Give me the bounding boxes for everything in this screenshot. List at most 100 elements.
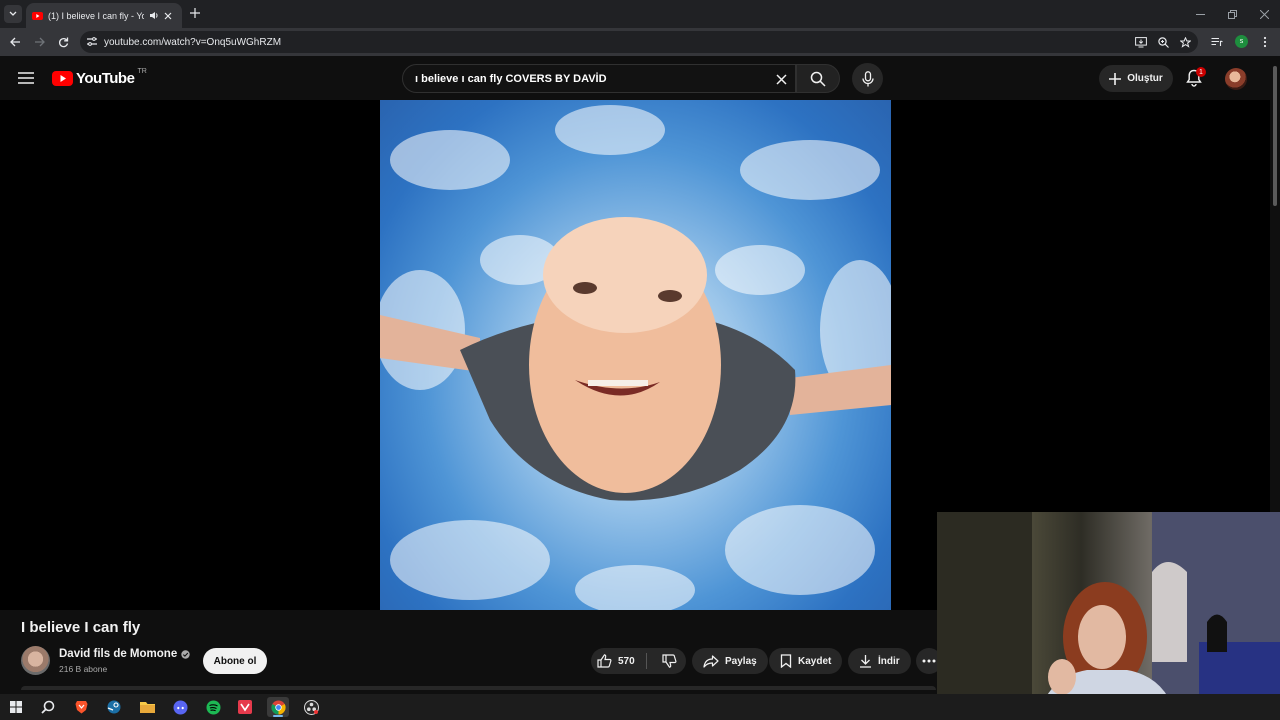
search-input[interactable]: ı believe ı can fly COVERS BY DAVİD	[415, 73, 607, 85]
spotify-icon	[206, 700, 220, 714]
close-icon	[775, 73, 787, 85]
voice-search-button[interactable]	[852, 63, 883, 94]
minimize-button[interactable]	[1184, 0, 1216, 28]
like-count: 570	[618, 655, 635, 667]
taskbar-search-button[interactable]	[37, 697, 59, 717]
video-thumbnail-image	[380, 105, 891, 610]
youtube-favicon-icon	[32, 11, 43, 20]
search-icon	[41, 700, 55, 714]
taskbar-chrome[interactable]	[267, 697, 289, 717]
channel-avatar[interactable]	[21, 646, 50, 675]
scrollbar-thumb[interactable]	[1273, 66, 1277, 206]
bookmark-icon	[780, 654, 792, 668]
brave-icon	[75, 701, 87, 714]
taskbar-steam[interactable]	[103, 697, 125, 717]
media-queue-icon	[1211, 37, 1223, 46]
app-icon	[238, 700, 252, 714]
channel-name[interactable]: David fils de Momone	[59, 648, 177, 660]
plus-icon	[1109, 72, 1122, 85]
share-label: Paylaş	[725, 655, 757, 667]
restore-icon	[1227, 9, 1237, 19]
like-separator	[646, 653, 648, 669]
region-code: TR	[137, 68, 147, 75]
file-explorer-icon	[139, 702, 155, 713]
channel-name-link[interactable]: David fils de Momone	[59, 648, 190, 660]
minimize-icon	[1195, 13, 1205, 15]
tab-title: (1) I believe I can fly - YouTube	[48, 10, 144, 21]
notification-badge: 1	[1196, 67, 1206, 77]
download-button[interactable]: İndir	[848, 648, 911, 674]
taskbar-discord[interactable]	[169, 697, 191, 717]
description-box[interactable]	[21, 686, 936, 690]
reload-icon	[58, 37, 68, 47]
reload-button[interactable]	[56, 35, 70, 49]
start-button[interactable]	[5, 697, 27, 717]
webcam-overlay	[937, 512, 1280, 720]
close-icon	[1259, 9, 1269, 19]
install-app-button[interactable]	[1134, 35, 1148, 49]
bookmark-star-button[interactable]	[1178, 35, 1192, 49]
windows-icon	[10, 701, 22, 713]
account-avatar[interactable]	[1225, 68, 1247, 90]
save-button[interactable]: Kaydet	[769, 648, 843, 674]
window-controls	[1184, 0, 1280, 28]
speaker-icon[interactable]	[149, 11, 159, 20]
search-box[interactable]: ı believe ı can fly COVERS BY DAVİD	[402, 64, 796, 93]
plus-icon	[190, 8, 200, 18]
close-window-button[interactable]	[1248, 0, 1280, 28]
browser-tab-strip: (1) I believe I can fly - YouTube	[0, 0, 1280, 28]
forward-button[interactable]	[32, 35, 46, 49]
like-button[interactable]: 570	[591, 648, 640, 674]
youtube-logo[interactable]: YouTube TR	[52, 68, 147, 87]
url-text: youtube.com/watch?v=Onq5uWGhRZM	[104, 36, 282, 48]
taskbar-app[interactable]	[234, 697, 256, 717]
obs-icon	[303, 699, 319, 715]
taskbar-brave[interactable]	[70, 697, 92, 717]
chrome-icon	[270, 700, 286, 715]
video-frame[interactable]	[380, 100, 891, 610]
share-icon	[703, 654, 719, 668]
steam-icon	[107, 700, 121, 714]
chrome-menu-button[interactable]	[1258, 35, 1272, 49]
subscribe-button[interactable]: Abone ol	[203, 648, 267, 674]
thumbs-up-icon	[597, 654, 612, 668]
arrow-right-icon	[34, 37, 45, 47]
windows-taskbar	[0, 694, 1280, 720]
clear-search-button[interactable]	[773, 71, 789, 87]
taskbar-obs[interactable]	[300, 697, 322, 717]
kebab-menu-icon	[1263, 36, 1267, 48]
video-title: I believe I can fly	[21, 619, 141, 636]
install-icon	[1135, 36, 1147, 47]
browser-tab[interactable]: (1) I believe I can fly - YouTube	[26, 3, 182, 28]
more-horizontal-icon	[922, 659, 936, 663]
site-settings-icon[interactable]	[86, 36, 98, 47]
media-controls-button[interactable]	[1210, 35, 1224, 49]
restore-button[interactable]	[1216, 0, 1248, 28]
chevron-down-icon	[9, 11, 17, 16]
like-dislike-group: 570	[591, 648, 686, 674]
microphone-icon	[861, 70, 874, 86]
save-label: Kaydet	[798, 655, 832, 667]
profile-avatar[interactable]: s	[1235, 35, 1248, 48]
new-tab-button[interactable]	[188, 6, 202, 20]
discord-icon	[173, 700, 187, 714]
hamburger-menu-icon[interactable]	[16, 70, 36, 86]
back-button[interactable]	[8, 35, 22, 49]
download-label: İndir	[878, 655, 900, 667]
dislike-button[interactable]	[653, 648, 686, 674]
arrow-left-icon	[9, 37, 20, 47]
search-button[interactable]	[796, 64, 840, 93]
webcam-feed-image	[937, 512, 1280, 720]
tab-search-button[interactable]	[4, 5, 22, 23]
share-button[interactable]: Paylaş	[692, 648, 768, 674]
zoom-button[interactable]	[1156, 35, 1170, 49]
address-bar[interactable]: youtube.com/watch?v=Onq5uWGhRZM	[80, 31, 1198, 53]
youtube-header: YouTube TR ı believe ı can fly COVERS BY…	[0, 56, 1270, 100]
close-tab-icon[interactable]	[164, 12, 172, 20]
create-button[interactable]: Oluştur	[1099, 65, 1173, 92]
taskbar-spotify[interactable]	[202, 697, 224, 717]
download-icon	[860, 655, 871, 668]
taskbar-file-explorer[interactable]	[136, 697, 158, 717]
youtube-logo-icon	[52, 71, 73, 86]
star-icon	[1179, 36, 1191, 48]
